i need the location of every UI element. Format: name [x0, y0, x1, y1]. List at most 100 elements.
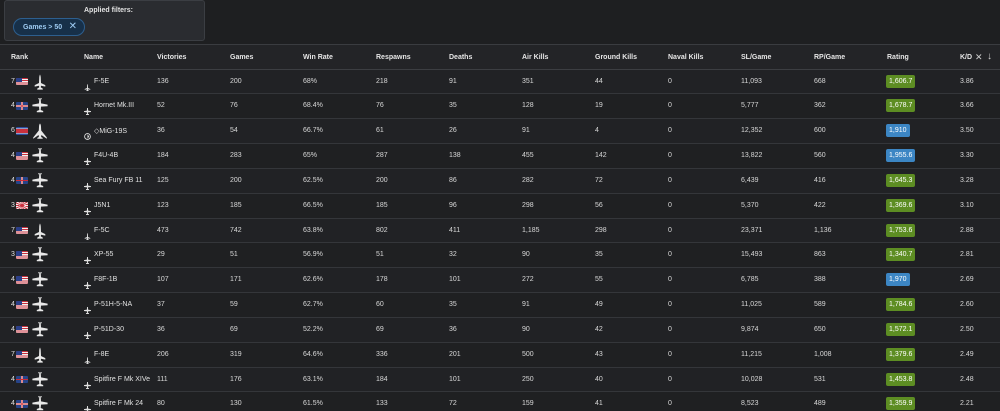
- table-row[interactable]: 7 F-8E 206 319 64.6% 336 201 500 43 0 11,215 1,008 2…: [0, 342, 1000, 368]
- rating-badge: 1,369.6: [886, 198, 916, 212]
- vehicle-name[interactable]: P-51D-30: [94, 326, 124, 333]
- cell-sl-game: 11,093: [741, 77, 762, 85]
- cell-deaths: 96: [449, 201, 457, 209]
- vehicle-name[interactable]: ◇MiG-19S: [94, 127, 127, 135]
- table-row[interactable]: 4 P-51D-30 36 69 52.2% 69 36 90 42 0 9,874 650 2.50 1…: [0, 317, 1000, 343]
- prop-aircraft-icon: [32, 396, 48, 411]
- rating-badge: 1,970: [886, 273, 910, 287]
- column-header-rating[interactable]: Rating: [887, 54, 909, 61]
- vehicle-name[interactable]: F-5E: [94, 78, 109, 85]
- table-row[interactable]: 7 F-5C 473 742 63.8% 802 411 1,185 298 0 23,371 1,1…: [0, 218, 1000, 244]
- column-header-rank[interactable]: Rank: [11, 54, 28, 61]
- cell-deaths: 35: [449, 102, 457, 110]
- table-row[interactable]: 3 XP-55 29 51 56.9% 51 32 90 35 0 15,493 863 2.81 1,3…: [0, 243, 1000, 269]
- column-header-games[interactable]: Games: [230, 54, 253, 61]
- cell-rp-game: 1,136: [814, 226, 832, 234]
- cell-win-rate: 63.8%: [303, 226, 323, 234]
- column-header-respawns[interactable]: Respawns: [376, 54, 411, 61]
- table-row[interactable]: 4 Sea Fury FB 11 125 200 62.5% 200 86 282 72 0 6,4…: [0, 168, 1000, 194]
- jet-type-icon: [84, 78, 91, 91]
- table-row[interactable]: 7 F-5E 136 200 68% 218 91 351 44 0 11,093 668 3.86 1,…: [0, 69, 1000, 95]
- cell-deaths: 26: [449, 127, 457, 135]
- cell-victories: 36: [157, 325, 165, 333]
- sort-descending-icon[interactable]: ↓: [987, 51, 992, 62]
- cell-air-kills: 91: [522, 301, 530, 309]
- filter-chip-games[interactable]: Games > 50 ✕: [13, 18, 85, 36]
- table-row[interactable]: 4 F8F-1B 107 171 62.6% 178 101 272 55 0 6,785 388 2.…: [0, 268, 1000, 294]
- cell-naval-kills: 0: [668, 251, 672, 259]
- cell-naval-kills: 0: [668, 400, 672, 408]
- close-icon[interactable]: ✕: [69, 22, 77, 32]
- column-header-name[interactable]: Name: [84, 54, 103, 61]
- cell-win-rate: 52.2%: [303, 325, 323, 333]
- column-header-sl-game[interactable]: SL/Game: [741, 54, 771, 61]
- vehicle-name[interactable]: XP-55: [94, 251, 113, 258]
- column-header-ground-kills[interactable]: Ground Kills: [595, 54, 637, 61]
- cell-kd: 3.50: [960, 127, 974, 135]
- cell-sl-game: 12,352: [741, 127, 763, 135]
- prop-aircraft-icon: [32, 98, 48, 114]
- rating-badge: 1,955.6: [886, 149, 916, 163]
- column-header-win-rate[interactable]: Win Rate: [303, 54, 333, 61]
- cell-sl-game: 6,785: [741, 276, 759, 284]
- cell-victories: 52: [157, 102, 165, 110]
- cell-respawns: 69: [376, 325, 384, 333]
- cell-kd: 2.49: [960, 350, 974, 358]
- flag-gb-icon: [16, 400, 28, 408]
- cell-deaths: 86: [449, 176, 457, 184]
- close-icon[interactable]: ✕: [975, 52, 983, 63]
- jet-aircraft-icon: [32, 74, 48, 90]
- cell-ground-kills: 43: [595, 350, 603, 358]
- vehicle-name[interactable]: F4U-4B: [94, 152, 118, 159]
- vehicle-name[interactable]: Hornet Mk.III: [94, 102, 134, 109]
- vehicle-name[interactable]: Spitfire F Mk 24: [94, 400, 143, 407]
- cell-deaths: 72: [449, 400, 457, 408]
- table-header: Rank Name Victories Games Win Rate Respa…: [0, 45, 1000, 70]
- column-header-rp-game[interactable]: RP/Game: [814, 54, 845, 61]
- table-row[interactable]: 3 J5N1 123 185 66.5% 185 96 298 56 0 5,370 422 3.10 1…: [0, 193, 1000, 219]
- cell-ground-kills: 142: [595, 152, 607, 160]
- column-header-air-kills[interactable]: Air Kills: [522, 54, 548, 61]
- prop-type-icon: [84, 326, 91, 339]
- cell-naval-kills: 0: [668, 375, 672, 383]
- rating-badge: 1,606.7: [886, 74, 916, 88]
- vehicle-name[interactable]: J5N1: [94, 202, 110, 209]
- cell-kd: 3.28: [960, 176, 974, 184]
- cell-deaths: 101: [449, 375, 461, 383]
- cell-air-kills: 90: [522, 251, 530, 259]
- column-header-naval-kills[interactable]: Naval Kills: [668, 54, 703, 61]
- cell-naval-kills: 0: [668, 77, 672, 85]
- column-header-victories[interactable]: Victories: [157, 54, 186, 61]
- flag-us-icon: [16, 301, 28, 309]
- cell-deaths: 35: [449, 301, 457, 309]
- cell-ground-kills: 40: [595, 375, 603, 383]
- cell-respawns: 184: [376, 375, 388, 383]
- vehicle-name[interactable]: Spitfire F Mk XIVe: [94, 376, 150, 383]
- vehicle-name[interactable]: F8F-1B: [94, 276, 117, 283]
- cell-air-kills: 351: [522, 77, 534, 85]
- vehicle-name[interactable]: Sea Fury FB 11: [94, 177, 143, 184]
- rank-number: 4: [11, 176, 15, 184]
- flag-us-icon: [16, 276, 28, 284]
- table-row[interactable]: 6 ◇MiG-19S 36 54 66.7% 61 26 91 4 0 12,352 600 3.50 1…: [0, 119, 1000, 145]
- table-row[interactable]: 4 Hornet Mk.III 52 76 68.4% 76 35 128 19 0 5,777 36…: [0, 94, 1000, 120]
- cell-respawns: 185: [376, 201, 388, 209]
- prop-type-icon: [84, 177, 91, 190]
- vehicle-name[interactable]: F-8E: [94, 351, 109, 358]
- rank-number: 4: [11, 400, 15, 408]
- flag-us-icon: [16, 350, 28, 359]
- cell-naval-kills: 0: [668, 127, 672, 135]
- table-row[interactable]: 4 Spitfire F Mk XIVe 111 176 63.1% 184 101 250 4…: [0, 367, 1000, 393]
- cell-games: 283: [230, 152, 242, 160]
- flag-jp-icon: [16, 201, 28, 210]
- column-header-deaths[interactable]: Deaths: [449, 54, 472, 61]
- table-row[interactable]: 4 Spitfire F Mk 24 80 130 61.5% 133 72 159 41 0 8,…: [0, 392, 1000, 411]
- jet-aircraft-icon: [32, 347, 48, 363]
- table-row[interactable]: 4 F4U-4B 184 283 65% 287 138 455 142 0 13,822 560 3.…: [0, 144, 1000, 169]
- column-header-kd[interactable]: K/D: [960, 54, 972, 61]
- vehicle-name[interactable]: P-51H-5-NA: [94, 301, 132, 308]
- rank-number: 3: [11, 201, 15, 209]
- cell-naval-kills: 0: [668, 301, 672, 309]
- table-row[interactable]: 4 P-51H-5-NA 37 59 62.7% 60 35 91 49 0 11,025 589 2.…: [0, 293, 1000, 318]
- vehicle-name[interactable]: F-5C: [94, 227, 110, 234]
